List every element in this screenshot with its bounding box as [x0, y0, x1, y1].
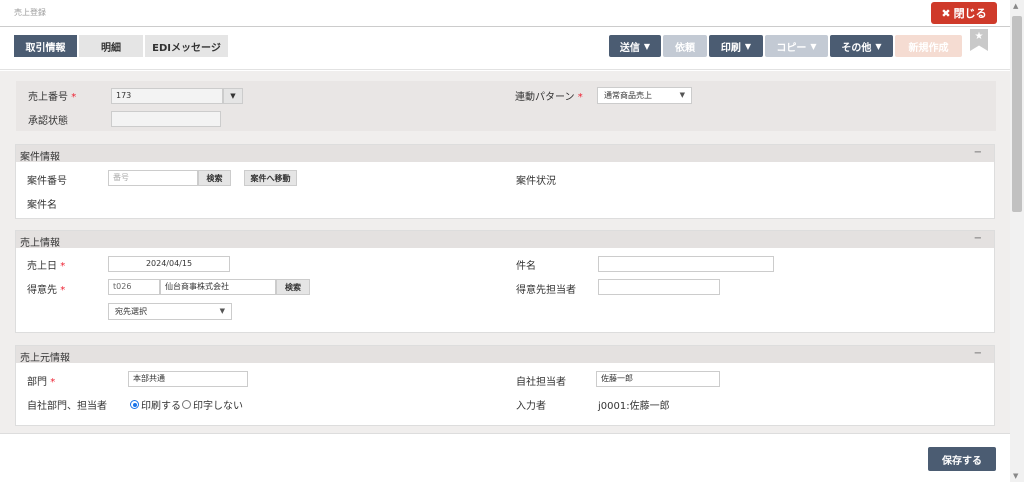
source-info-section: 売上元情報 − 部門 * 本部共通 自社部門、担当者 印刷する 印字しない 自社… — [15, 345, 995, 426]
window-title: 売上登録 — [14, 8, 46, 17]
customer-contact-label: 得意先担当者 — [516, 285, 576, 296]
print-on-radio[interactable]: 印刷する — [130, 397, 181, 412]
close-icon: ✖ — [941, 6, 951, 20]
tab-edi-message[interactable]: EDIメッセージ — [145, 35, 228, 57]
radio-unselected-icon — [182, 400, 191, 409]
request-button[interactable]: 依頼 — [663, 35, 707, 57]
sales-no-label: 売上番号 * — [28, 92, 77, 103]
other-button[interactable]: その他 ▼ — [830, 35, 893, 57]
entry-user-label: 入力者 — [516, 401, 546, 412]
section-title: 案件情報 — [20, 152, 60, 163]
tab-details[interactable]: 明細 — [79, 35, 143, 57]
print-button[interactable]: 印刷 ▼ — [709, 35, 763, 57]
case-search-button[interactable]: 検索 — [198, 170, 231, 186]
send-button[interactable]: 送信 ▼ — [609, 35, 661, 57]
scroll-down-icon[interactable]: ▼ — [1013, 472, 1018, 480]
required-mark: * — [71, 92, 77, 103]
case-no-input[interactable]: 番号 — [108, 170, 198, 186]
customer-code-input[interactable]: t026 — [108, 279, 160, 295]
other-label: その他 — [841, 42, 872, 54]
new-button[interactable]: 新規作成 — [895, 35, 962, 57]
required-mark: * — [50, 377, 56, 388]
scroll-up-icon[interactable]: ▲ — [1013, 2, 1018, 10]
send-label: 送信 — [619, 42, 640, 54]
main-content: 売上番号 * 173 ▼ 承認状態 連動パターン * 通常商品売上 ▼ 案件情報… — [0, 71, 1010, 433]
customer-label: 得意先 * — [27, 285, 66, 296]
chevron-down-icon: ▼ — [875, 41, 882, 51]
case-status-label: 案件状況 — [516, 176, 556, 187]
required-mark: * — [60, 261, 66, 272]
sales-no-dropdown-button[interactable]: ▼ — [223, 88, 243, 104]
section-title: 売上元情報 — [20, 353, 70, 364]
scroll-thumb[interactable] — [1012, 16, 1022, 212]
entry-user-value: j0001:佐藤一郎 — [598, 401, 670, 412]
staff-label: 自社担当者 — [516, 377, 566, 388]
collapse-icon[interactable]: − — [974, 233, 982, 244]
print-label: 印刷 — [720, 42, 741, 54]
save-button[interactable]: 保存する — [928, 447, 996, 471]
chevron-down-icon: ▼ — [810, 41, 817, 51]
scrollbar[interactable]: ▲ ▼ — [1010, 0, 1024, 482]
window-titlebar: 売上登録 ✖ 閉じる — [0, 0, 1010, 26]
header-box: 売上番号 * 173 ▼ 承認状態 連動パターン * 通常商品売上 ▼ — [16, 81, 996, 131]
case-info-header[interactable]: 案件情報 − — [16, 145, 994, 163]
footer-bar: 保存する — [0, 433, 1010, 482]
close-button[interactable]: ✖ 閉じる — [931, 2, 997, 24]
required-mark: * — [577, 92, 583, 103]
chevron-down-icon: ▼ — [219, 307, 225, 315]
case-no-label: 案件番号 — [27, 176, 67, 187]
destination-select[interactable]: 宛先選択 ▼ — [108, 303, 232, 320]
department-label: 部門 * — [27, 377, 56, 388]
collapse-icon[interactable]: − — [974, 348, 982, 359]
subject-label: 件名 — [516, 261, 536, 272]
close-label: 閉じる — [953, 7, 987, 20]
customer-contact-input[interactable] — [598, 279, 720, 295]
sales-date-label: 売上日 * — [27, 261, 66, 272]
subject-input[interactable] — [598, 256, 774, 272]
section-title: 売上情報 — [20, 238, 60, 249]
approval-field — [111, 111, 221, 127]
radio-selected-icon — [130, 400, 139, 409]
pattern-select[interactable]: 通常商品売上 ▼ — [597, 87, 692, 104]
case-info-section: 案件情報 − 案件番号 番号 検索 案件へ移動 案件状況 案件名 — [15, 144, 995, 219]
toolbar: 取引情報 明細 EDIメッセージ 送信 ▼ 依頼 印刷 ▼ コピー ▼ その他 … — [0, 26, 1010, 70]
copy-label: コピー — [776, 42, 807, 54]
bookmark-star-icon[interactable]: ★ — [970, 29, 988, 51]
print-setting-label: 自社部門、担当者 — [27, 401, 107, 412]
staff-input[interactable]: 佐藤一郎 — [596, 371, 720, 387]
sales-date-input[interactable]: 2024/04/15 — [108, 256, 230, 272]
sales-info-section: 売上情報 − 売上日 * 2024/04/15 得意先 * t026 仙台商事株… — [15, 230, 995, 333]
chevron-down-icon: ▼ — [679, 91, 685, 99]
chevron-down-icon: ▼ — [643, 41, 651, 51]
collapse-icon[interactable]: − — [974, 147, 982, 158]
required-mark: * — [60, 285, 66, 296]
department-input[interactable]: 本部共通 — [128, 371, 248, 387]
print-off-radio[interactable]: 印字しない — [182, 397, 243, 412]
goto-case-button[interactable]: 案件へ移動 — [244, 170, 297, 186]
sales-no-input[interactable]: 173 — [111, 88, 223, 104]
pattern-label: 連動パターン * — [515, 92, 583, 103]
customer-name-input[interactable]: 仙台商事株式会社 — [160, 279, 276, 295]
copy-button[interactable]: コピー ▼ — [765, 35, 828, 57]
sales-info-header[interactable]: 売上情報 − — [16, 231, 994, 249]
customer-search-button[interactable]: 検索 — [276, 279, 310, 295]
approval-label: 承認状態 — [28, 116, 68, 127]
chevron-down-icon: ▼ — [744, 41, 752, 51]
case-name-label: 案件名 — [27, 200, 57, 211]
source-info-header[interactable]: 売上元情報 − — [16, 346, 994, 364]
tab-transaction-info[interactable]: 取引情報 — [14, 35, 77, 57]
